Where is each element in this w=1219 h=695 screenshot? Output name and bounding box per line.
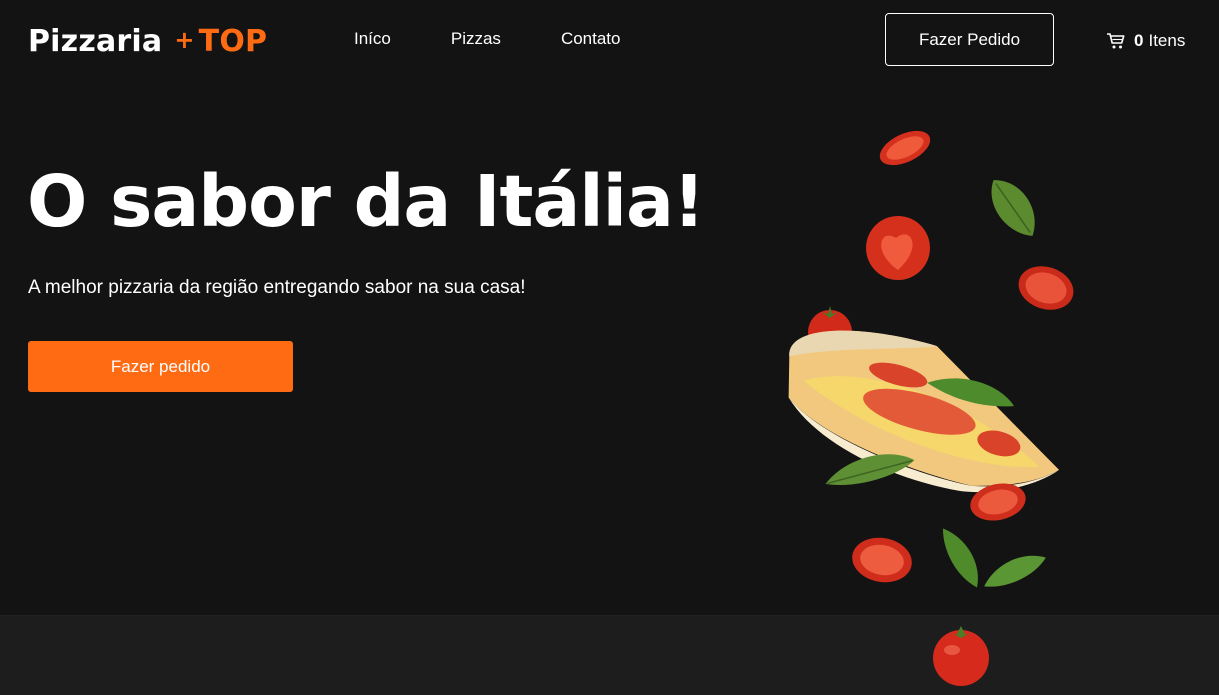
nav-link-contato[interactable]: Contato [561, 29, 621, 49]
cart-icon [1107, 33, 1125, 49]
basil-leaf-icon [991, 180, 1035, 236]
logo[interactable]: Pizzaria + TOP [28, 24, 267, 59]
order-button-header[interactable]: Fazer Pedido [885, 13, 1054, 66]
hero-title: O sabor da Itália! [27, 160, 705, 243]
section-divider [0, 615, 1219, 695]
tomato-slice-icon [866, 216, 930, 280]
tomato-slice-icon [852, 537, 912, 583]
cart-button[interactable]: 0 Itens [1106, 31, 1185, 51]
basil-leaf-icon [984, 555, 1046, 587]
cart-label: Itens [1148, 31, 1186, 50]
tomato-slice-icon [1018, 266, 1074, 310]
nav-link-inicio[interactable]: Iníco [354, 29, 391, 49]
cart-count: 0 [1134, 31, 1144, 50]
order-button-hero[interactable]: Fazer pedido [28, 341, 293, 392]
tomato-icon [933, 626, 989, 686]
basil-leaf-icon [942, 528, 978, 588]
site-header: Pizzaria + TOP Iníco Pizzas Contato Fazer … [0, 0, 1219, 82]
tomato-slice-icon [879, 130, 931, 166]
logo-plus: + [174, 26, 195, 54]
hero-subtitle: A melhor pizzaria da região entregando s… [28, 277, 526, 298]
main-nav: Iníco Pizzas Contato [354, 29, 620, 49]
nav-link-pizzas[interactable]: Pizzas [451, 29, 501, 49]
pizza-slice-icon [788, 330, 1060, 493]
pizza-illustration [788, 130, 1074, 588]
logo-accent: TOP [198, 24, 268, 59]
logo-brand: Pizzaria [28, 24, 163, 59]
